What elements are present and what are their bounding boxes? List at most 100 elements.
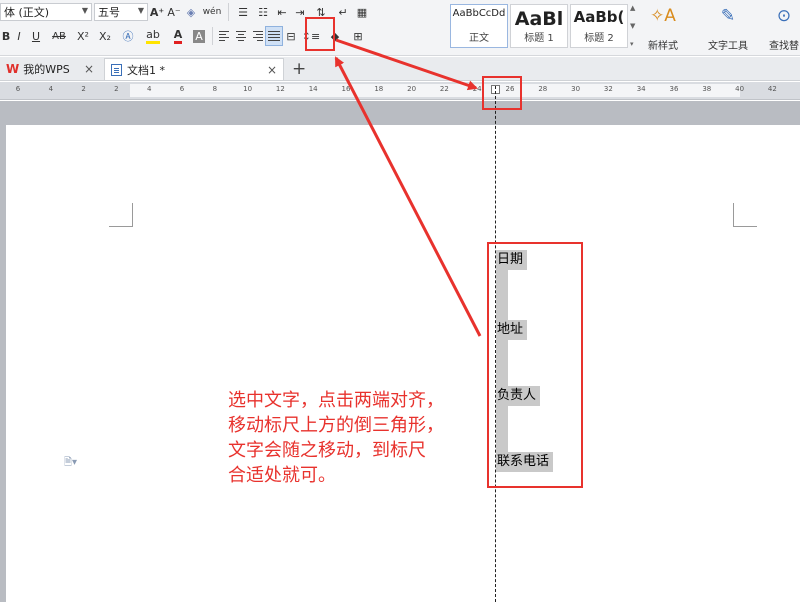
ruler-number: 32 <box>603 85 613 93</box>
style-gallery: AaBbCcDd 正文 AaBl 标题 1 AaBb( 标题 2 ▲ ▼ ▾ <box>450 4 640 48</box>
find-icon: ⊙ <box>776 6 792 26</box>
table-button[interactable]: ▦ <box>353 2 371 22</box>
italic-button[interactable]: I <box>12 26 26 46</box>
wps-logo-icon: W <box>6 62 20 76</box>
char-shading-icon: A <box>193 29 205 43</box>
border-icon: ⊞ <box>353 29 363 43</box>
align-left-icon <box>219 31 231 41</box>
fields-highlight-box <box>487 242 583 488</box>
style-sample: AaBl <box>514 8 564 29</box>
indent-icon: ⇥ <box>295 5 305 19</box>
more-icon: ▾ <box>630 40 634 48</box>
underline-button[interactable]: U <box>26 26 46 46</box>
text-effect-button[interactable]: Ⓐ <box>116 26 140 46</box>
text-effect-icon: Ⓐ <box>122 30 134 43</box>
find-replace-button[interactable]: ⊙ 查找替 <box>768 4 800 52</box>
style-gallery-scroll[interactable]: ▲ ▼ ▾ <box>630 4 640 48</box>
paragraph-options-icon[interactable]: 🗎▾ <box>64 455 77 472</box>
distributed-button[interactable]: ⊟ <box>283 26 299 46</box>
bold-button[interactable]: B <box>0 26 12 46</box>
align-left-button[interactable] <box>217 26 233 46</box>
instruction-note: 选中文字，点击两端对齐， 移动标尺上方的倒三角形， 文字会随之移动，到标尺 合适… <box>228 388 488 488</box>
divider <box>228 3 229 21</box>
grow-font-button[interactable]: A⁺ <box>148 2 166 22</box>
document-workspace: 🗎▾ <box>0 101 800 602</box>
style-label: 标题 2 <box>584 33 614 44</box>
grow-font-label: A⁺ <box>149 5 165 19</box>
char-shading-button[interactable]: A <box>190 26 208 46</box>
ruler-number: 12 <box>275 85 285 93</box>
style-label: 正文 <box>469 33 489 44</box>
new-style-button[interactable]: ✧A 新样式 <box>640 4 686 52</box>
ruler-number: 18 <box>374 85 384 93</box>
note-line: 文字会随之移动，到标尺 <box>228 440 426 461</box>
subscript-label: X₂ <box>99 29 111 43</box>
style-normal[interactable]: AaBbCcDd 正文 <box>450 4 508 48</box>
pinyin-button[interactable]: wén <box>200 2 224 22</box>
align-center-button[interactable] <box>233 26 249 46</box>
chevron-down-icon: ▼ <box>81 6 88 15</box>
bullet-list-button[interactable]: ☰ <box>233 2 253 22</box>
ruler-number: 34 <box>636 85 646 93</box>
tab-my-wps[interactable]: W 我的WPS × <box>0 58 100 80</box>
border-button[interactable]: ⊞ <box>347 26 369 46</box>
margin-corner-top-left <box>109 203 133 227</box>
close-icon[interactable]: × <box>267 63 277 77</box>
decrease-indent-button[interactable]: ⇤ <box>273 2 291 22</box>
clear-format-button[interactable]: ◈ <box>182 2 200 22</box>
style-heading-1[interactable]: AaBl 标题 1 <box>510 4 568 48</box>
text-tools-label: 文字工具 <box>708 41 748 52</box>
horizontal-ruler[interactable]: 6 4 2 2 4 6 8 10 12 14 16 18 20 22 24 26 28 30 32 34 36 38 40 4… <box>0 82 800 100</box>
note-line: 移动标尺上方的倒三角形， <box>228 415 444 436</box>
ribbon: 体 (正文) ▼ 五号 ▼ A⁺ A⁻ ◈ wén ☰ ☷ ⇤ ⇥ ⇅ ↵ ▦ … <box>0 0 800 56</box>
ruler-number: 42 <box>767 85 777 93</box>
ruler-number: 4 <box>146 85 152 93</box>
style-sample: AaBbCcDd <box>452 8 506 19</box>
ruler-number: 16 <box>341 85 351 93</box>
new-style-icon: ✧A <box>650 6 676 26</box>
ruler-number: 24 <box>472 85 482 93</box>
ruler-number: 8 <box>212 85 218 93</box>
shrink-font-button[interactable]: A⁻ <box>166 2 182 22</box>
justify-button[interactable] <box>265 26 283 46</box>
eraser-icon: ◈ <box>186 5 196 19</box>
font-color-button[interactable]: A <box>166 26 190 46</box>
text-tools-button[interactable]: ✎ 文字工具 <box>700 4 756 52</box>
ruler-number: 38 <box>702 85 712 93</box>
numbered-list-button[interactable]: ☷ <box>253 2 273 22</box>
align-right-button[interactable] <box>249 26 265 46</box>
note-line: 合适处就可。 <box>228 465 336 486</box>
numbered-list-icon: ☷ <box>258 5 268 19</box>
superscript-button[interactable]: X² <box>72 26 94 46</box>
bold-label: B <box>1 29 11 43</box>
ruler-number: 6 <box>15 85 21 93</box>
tab-label: 我的WPS <box>23 63 70 76</box>
font-color-label: A <box>173 28 183 44</box>
subscript-button[interactable]: X₂ <box>94 26 116 46</box>
tab-label: 文档1 * <box>127 63 165 77</box>
tab-document-1[interactable]: 文档1 * × <box>104 58 284 80</box>
shrink-font-label: A⁻ <box>167 5 181 19</box>
style-label: 标题 1 <box>524 33 554 44</box>
text-tools-icon: ✎ <box>720 6 736 26</box>
ruler-number: 40 <box>735 85 745 93</box>
document-icon <box>111 63 122 76</box>
new-tab-button[interactable]: + <box>292 58 306 80</box>
margin-corner-top-right <box>733 203 757 227</box>
style-heading-2[interactable]: AaBb( 标题 2 <box>570 4 628 48</box>
ruler-number: 4 <box>48 85 54 93</box>
chevron-down-icon: ▼ <box>630 22 636 30</box>
close-icon[interactable]: × <box>84 62 94 76</box>
ruler-number: 36 <box>669 85 679 93</box>
font-name-select[interactable]: 体 (正文) ▼ <box>0 3 92 21</box>
ruler-number: 20 <box>407 85 417 93</box>
strikethrough-button[interactable]: AB <box>46 26 72 46</box>
bullet-list-icon: ☰ <box>238 5 248 19</box>
document-page[interactable]: 🗎▾ <box>6 125 800 602</box>
find-replace-label: 查找替 <box>769 41 799 52</box>
ruler-scale: 6 4 2 2 4 6 8 10 12 14 16 18 20 22 24 26 28 30 32 34 36 38 40 4… <box>0 85 800 97</box>
font-size-select[interactable]: 五号 ▼ <box>94 3 148 21</box>
ruler-number: 28 <box>538 85 548 93</box>
show-marks-button[interactable]: ↵ <box>333 2 353 22</box>
highlight-button[interactable]: ab <box>140 26 166 46</box>
